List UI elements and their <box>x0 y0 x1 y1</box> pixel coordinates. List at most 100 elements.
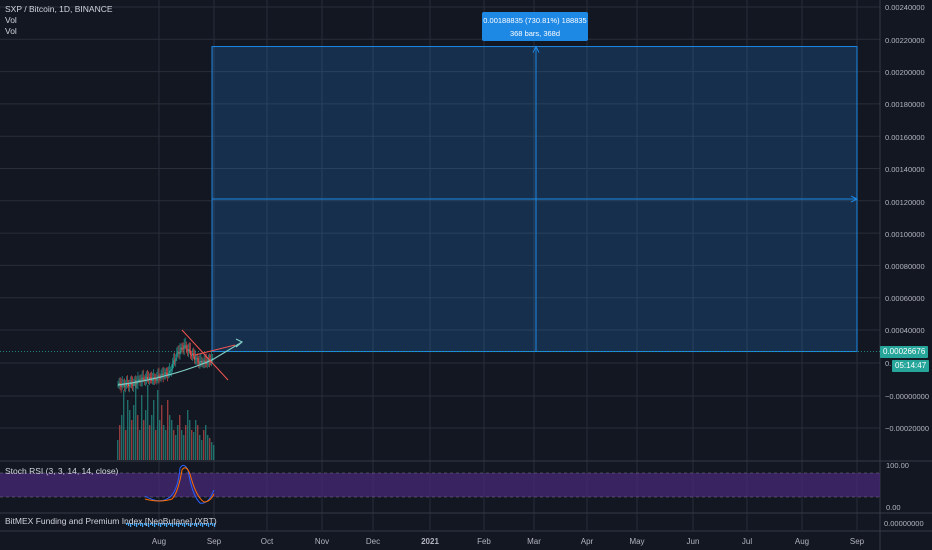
candle-body <box>177 352 179 354</box>
price-axis-label: −0.00000000 <box>885 392 929 401</box>
candle-body <box>193 353 195 357</box>
measure-change: 0.00188835 (730.81%) 188835 <box>483 16 587 25</box>
volume-bar <box>157 390 159 460</box>
stoch-rsi-label[interactable]: Stoch RSI (3, 3, 14, 14, close) <box>5 466 118 476</box>
current-price-tag: 0.00026676 <box>880 346 929 358</box>
candle-body <box>184 345 186 347</box>
volume-bar <box>209 438 211 460</box>
volume-bar <box>131 420 133 460</box>
candle-body <box>192 353 194 355</box>
candle-body <box>132 384 134 386</box>
symbol-title[interactable]: SXP / Bitcoin, 1D, BINANCE <box>5 4 113 15</box>
time-axis-label: Nov <box>315 537 329 546</box>
price-axis-label: 0.00240000 <box>885 3 925 12</box>
candle-body <box>204 360 206 362</box>
volume-bar <box>163 425 165 460</box>
volume-bar <box>127 400 129 460</box>
volume-bar <box>195 420 197 460</box>
time-axis-label: Sep <box>207 537 222 546</box>
candle-body <box>150 377 152 379</box>
candle-body <box>186 349 188 352</box>
volume-bar <box>193 432 195 460</box>
price-axis-label: 0.00200000 <box>885 68 925 77</box>
candle-body <box>195 358 197 360</box>
volume-bar <box>177 425 179 460</box>
volume-bar <box>125 430 127 460</box>
candle-body <box>180 347 182 352</box>
volume-bar <box>153 400 155 460</box>
volume-bar <box>145 410 147 460</box>
price-axis-label: 0.00080000 <box>885 262 925 271</box>
volume-bar <box>207 435 209 460</box>
stoch-axis-bottom: 0.00 <box>886 503 901 512</box>
chart-legend: SXP / Bitcoin, 1D, BINANCE Vol Vol <box>5 4 113 37</box>
candle-body <box>199 361 201 364</box>
volume-bar <box>191 430 193 460</box>
time-axis-label: Jul <box>742 537 752 546</box>
candle-body <box>161 373 163 375</box>
bitmex-label[interactable]: BitMEX Funding and Premium Index [NeoBut… <box>5 516 217 526</box>
volume-bar <box>185 425 187 460</box>
candle-body <box>145 376 147 379</box>
candle-body <box>136 383 138 385</box>
candle-body <box>174 360 176 362</box>
time-axis-label: 2021 <box>421 537 439 546</box>
candle-body <box>175 358 177 361</box>
price-axis-label: 0.00060000 <box>885 294 925 303</box>
volume-bar <box>171 420 173 460</box>
bitmex-axis-value: 0.00000000 <box>884 519 924 528</box>
volume-bar <box>189 420 191 460</box>
time-axis-label: Dec <box>366 537 380 546</box>
candle-body <box>178 352 180 354</box>
candle-body <box>176 352 178 359</box>
volume-bar <box>121 415 123 460</box>
volume-bar <box>211 442 213 460</box>
candle-body <box>138 379 140 381</box>
time-axis-label: Jun <box>687 537 700 546</box>
volume-bar <box>213 445 215 460</box>
candle-body <box>187 349 189 352</box>
time-axis-label: Sep <box>850 537 865 546</box>
candle-body <box>197 358 199 362</box>
candle-body <box>182 348 184 350</box>
price-axis-label: 0.00180000 <box>885 100 925 109</box>
candle-body <box>129 384 131 387</box>
candle-body <box>191 354 192 356</box>
price-axis-label: 0.00140000 <box>885 165 925 174</box>
time-axis-label: Feb <box>477 537 491 546</box>
candle-body <box>173 360 175 365</box>
time-axis-label: May <box>629 537 644 546</box>
volume-bar <box>133 405 135 460</box>
volume-bar <box>135 380 137 460</box>
measure-tooltip: 0.00188835 (730.81%) 188835 368 bars, 36… <box>482 12 588 41</box>
time-axis-label: Mar <box>527 537 541 546</box>
price-axis-label: 0.00120000 <box>885 198 925 207</box>
price-axis-label: 0.00160000 <box>885 133 925 142</box>
trading-chart[interactable]: 0.00240000 0.00220000 0.00200000 0.00180000… <box>0 0 932 550</box>
volume-bar <box>179 415 181 460</box>
volume-bar <box>197 425 199 460</box>
volume-bar <box>119 425 121 460</box>
volume-bar <box>117 440 119 460</box>
candle-body <box>152 379 154 381</box>
price-axis-label: 0. <box>885 359 891 368</box>
volume-bar <box>183 435 185 460</box>
volume-bar <box>123 390 125 460</box>
volume-indicator-label-2[interactable]: Vol <box>5 26 113 37</box>
candle-body <box>188 349 190 351</box>
candle-body <box>120 385 122 387</box>
volume-bar <box>201 440 203 460</box>
volume-bar <box>173 430 175 460</box>
candle-body <box>189 350 191 355</box>
measure-bars: 368 bars, 368d <box>509 29 561 38</box>
volume-bar <box>159 420 161 460</box>
candle-body <box>142 377 144 380</box>
candle-body <box>185 345 187 350</box>
volume-bar <box>149 425 151 460</box>
volume-bar <box>151 415 153 460</box>
candle-body <box>183 345 185 350</box>
volume-indicator-label[interactable]: Vol <box>5 15 113 26</box>
price-axis-label: 0.00040000 <box>885 326 925 335</box>
volume-bar <box>139 430 141 460</box>
volume-bar <box>199 435 201 460</box>
